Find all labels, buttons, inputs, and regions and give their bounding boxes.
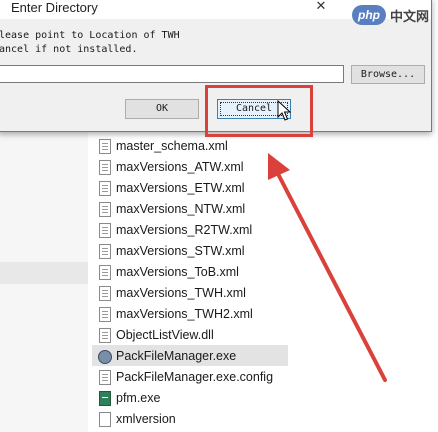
file-row[interactable]: PackFileManager.exe — [92, 345, 288, 366]
file-name: maxVersions_ToB.xml — [116, 264, 239, 279]
file-name: maxVersions_TWH2.xml — [116, 306, 253, 321]
file-name: PackFileManager.exe — [116, 348, 237, 363]
ok-button[interactable]: OK — [125, 99, 199, 119]
file-row[interactable]: ObjectListView.dll — [98, 324, 298, 345]
mouse-cursor-icon — [277, 100, 291, 121]
navigation-pane — [0, 130, 88, 432]
file-name: ObjectListView.dll — [116, 327, 214, 342]
xml-file-icon — [98, 201, 111, 217]
xml-file-icon — [98, 138, 111, 154]
file-row[interactable]: xmlversion — [98, 408, 298, 429]
prompt-line-1: lease point to Location of TWH — [0, 30, 180, 41]
cancel-highlight-box — [205, 85, 313, 137]
xml-file-icon — [98, 264, 111, 280]
php-watermark-logo: php 中文网 — [352, 2, 438, 28]
xml-file-icon — [98, 222, 111, 238]
xml-file-icon — [98, 243, 111, 259]
blank-file-icon — [98, 411, 111, 427]
file-row[interactable]: maxVersions_NTW.xml — [98, 198, 298, 219]
watermark-text: 中文网 — [390, 9, 430, 25]
file-name: maxVersions_STW.xml — [116, 243, 245, 258]
xml-file-icon — [98, 180, 111, 196]
file-row[interactable]: maxVersions_TWH2.xml — [98, 303, 298, 324]
dialog-title: Enter Directory — [11, 0, 98, 15]
dll-file-icon — [98, 327, 111, 343]
directory-path-input[interactable] — [0, 65, 344, 83]
file-row[interactable]: maxVersions_ATW.xml — [98, 156, 298, 177]
xml-file-icon — [98, 285, 111, 301]
file-row[interactable]: master_schema.xml — [98, 135, 298, 156]
watermark-badge: php — [352, 5, 386, 25]
file-name: maxVersions_R2TW.xml — [116, 222, 253, 237]
file-row[interactable]: PackFileManager.exe.config — [98, 366, 298, 387]
config-file-icon — [98, 369, 111, 385]
file-name: master_schema.xml — [116, 138, 228, 153]
file-name: xmlversion — [116, 411, 176, 426]
browse-button[interactable]: Browse... — [351, 65, 425, 84]
file-row[interactable]: maxVersions_TWH.xml — [98, 282, 298, 303]
exe-file-icon — [98, 390, 111, 406]
file-row[interactable]: maxVersions_STW.xml — [98, 240, 298, 261]
file-name: maxVersions_ATW.xml — [116, 159, 244, 174]
file-name: pfm.exe — [116, 390, 161, 405]
dialog-prompt: lease point to Location of TWH ancel if … — [0, 29, 180, 57]
xml-file-icon — [98, 306, 111, 322]
file-row[interactable]: pfm.exe — [98, 387, 298, 408]
file-row[interactable]: maxVersions_R2TW.xml — [98, 219, 298, 240]
file-name: PackFileManager.exe.config — [116, 369, 274, 384]
xml-file-icon — [98, 159, 111, 175]
file-name: maxVersions_TWH.xml — [116, 285, 246, 300]
navigation-pane-row[interactable] — [0, 262, 88, 284]
gear-exe-icon — [98, 348, 112, 364]
file-row[interactable]: maxVersions_ToB.xml — [98, 261, 298, 282]
file-name: maxVersions_ETW.xml — [116, 180, 245, 195]
close-icon[interactable]: ✕ — [311, 0, 331, 14]
prompt-line-2: ancel if not installed. — [0, 44, 138, 55]
file-name: maxVersions_NTW.xml — [116, 201, 246, 216]
file-row[interactable]: maxVersions_ETW.xml — [98, 177, 298, 198]
